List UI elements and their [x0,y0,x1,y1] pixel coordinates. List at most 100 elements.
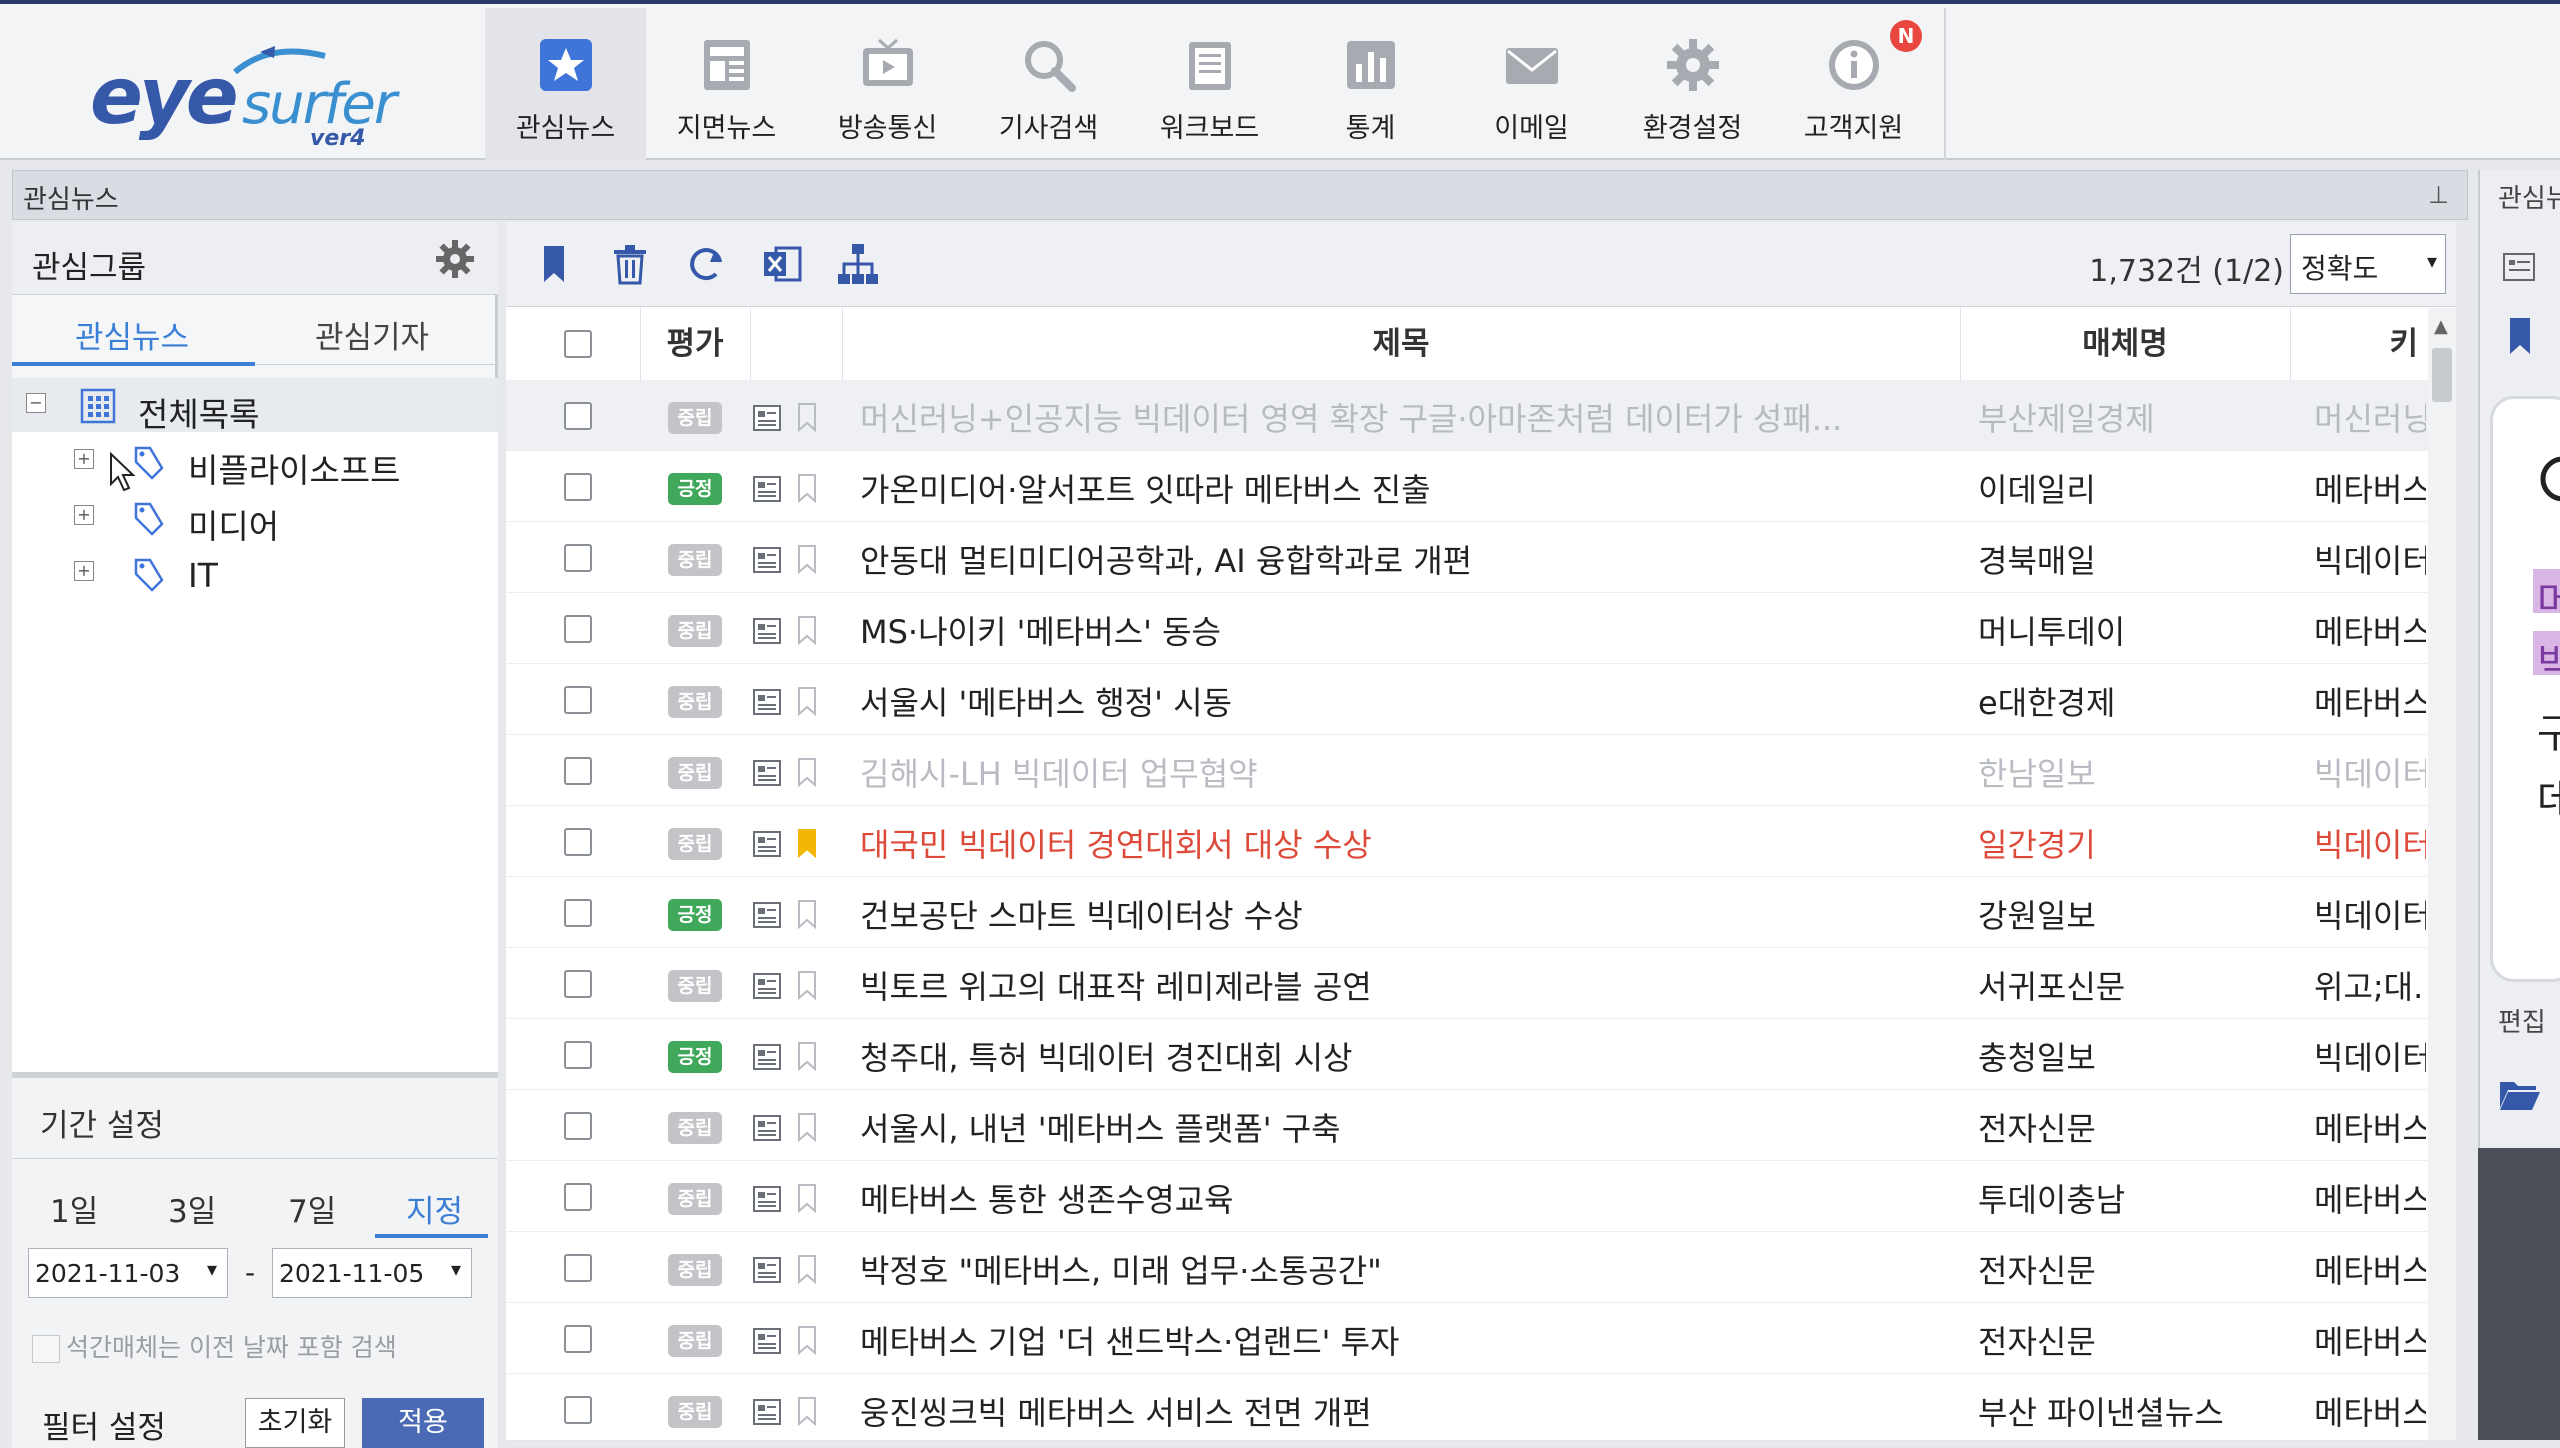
expand-toggle[interactable]: + [74,561,94,581]
row-bookmark-icon[interactable] [796,1396,818,1426]
row-bookmark-icon[interactable] [796,686,818,716]
row-checkbox[interactable] [564,757,592,785]
article-title[interactable]: 서울시 '메타버스 행정' 시동 [860,678,1920,724]
sort-select[interactable]: 정확도 ▾ [2290,234,2446,294]
nav-article-search[interactable]: 기사검색 [968,8,1129,160]
row-bookmark-icon[interactable] [796,544,818,574]
collapse-toggle[interactable]: − [26,393,46,413]
trash-icon[interactable] [606,240,654,288]
nav-interest-news[interactable]: 관심뉴스 [485,8,646,160]
col-keyword[interactable]: 키 [2290,308,2428,380]
row-bookmark-icon[interactable] [796,1041,818,1071]
bookmark-icon[interactable] [530,240,578,288]
nav-broadcast[interactable]: 방송통신 [807,8,968,160]
row-bookmark-icon[interactable] [796,1183,818,1213]
row-bookmark-icon[interactable] [796,970,818,1000]
period-custom[interactable]: 지정 [406,1186,463,1231]
document-icon[interactable] [752,1256,782,1284]
excel-export-icon[interactable] [758,240,806,288]
eval-badge[interactable]: 중립 [668,757,722,789]
row-checkbox[interactable] [564,1112,592,1140]
document-icon[interactable] [752,1185,782,1213]
document-icon[interactable] [752,1043,782,1071]
document-icon[interactable] [752,1398,782,1426]
table-row[interactable]: 중립 웅진씽크빅 메타버스 서비스 전면 개편 부산 파이낸셜뉴스 메타버스 [506,1374,2428,1445]
article-title[interactable]: 안동대 멀티미디어공학과, AI 융합학과로 개편 [860,536,1920,582]
table-row[interactable]: 중립 서울시 '메타버스 행정' 시동 e대한경제 메타버스 [506,664,2428,735]
article-title[interactable]: MS·나이키 '메타버스' 동승 [860,607,1920,653]
eval-badge[interactable]: 중립 [668,970,722,1002]
row-checkbox[interactable] [564,970,592,998]
row-bookmark-icon[interactable] [796,1112,818,1142]
row-checkbox[interactable] [564,899,592,927]
document-icon[interactable] [752,617,782,645]
period-3day[interactable]: 3일 [168,1186,216,1231]
row-checkbox[interactable] [564,1325,592,1353]
table-row[interactable]: 중립 머신러닝+인공지능 빅데이터 영역 확장 구글·아마존처럼 데이터가 성패.… [506,380,2428,451]
nav-print-news[interactable]: 지면뉴스 [646,8,807,160]
col-eval[interactable]: 평가 [640,308,751,380]
nav-email[interactable]: 이메일 [1451,8,1612,160]
row-bookmark-icon[interactable] [796,828,818,858]
row-checkbox[interactable] [564,686,592,714]
reset-button[interactable]: 초기화 [245,1398,345,1448]
row-bookmark-icon[interactable] [796,1254,818,1284]
eval-badge[interactable]: 중립 [668,402,722,434]
eval-badge[interactable]: 중립 [668,544,722,576]
scroll-up-icon[interactable]: ▲ [2434,316,2448,337]
row-bookmark-icon[interactable] [796,899,818,929]
row-checkbox[interactable] [564,1254,592,1282]
table-row[interactable]: 긍정 건보공단 스마트 빅데이터상 수상 강원일보 빅데이터 [506,877,2428,948]
eyesurfer-logo[interactable]: eye surfer ver4 [90,34,410,151]
article-title[interactable]: 가온미디어·알서포트 잇따라 메타버스 진출 [860,465,1920,511]
table-row[interactable]: 중립 안동대 멀티미디어공학과, AI 융합학과로 개편 경북매일 빅데이터 [506,522,2428,593]
expand-toggle[interactable]: + [74,449,94,469]
article-title[interactable]: 메타버스 통한 생존수영교육 [860,1175,1920,1221]
tree-item-media[interactable]: + 미디어 [12,490,498,546]
eval-badge[interactable]: 중립 [668,1325,722,1357]
row-bookmark-icon[interactable] [796,473,818,503]
article-title[interactable]: 건보공단 스마트 빅데이터상 수상 [860,891,1920,937]
eval-badge[interactable]: 중립 [668,1183,722,1215]
table-row[interactable]: 중립 박정호 "메타버스, 미래 업무·소통공간" 전자신문 메타버스 [506,1232,2428,1303]
document-icon[interactable] [752,404,782,432]
bookmark-icon[interactable] [2506,316,2534,356]
eval-badge[interactable]: 중립 [668,1254,722,1286]
article-title[interactable]: 김해시-LH 빅데이터 업무협약 [860,749,1920,795]
document-icon[interactable] [752,1327,782,1355]
include-previous-option[interactable]: 석간매체는 이전 날짜 포함 검색 [32,1328,397,1364]
table-row[interactable]: 중립 메타버스 기업 '더 샌드박스·업랜드' 투자 전자신문 메타버스 [506,1303,2428,1374]
article-title[interactable]: 박정호 "메타버스, 미래 업무·소통공간" [860,1246,1920,1292]
article-title[interactable]: 메타버스 기업 '더 샌드박스·업랜드' 투자 [860,1317,1920,1363]
nav-statistics[interactable]: 통계 [1290,8,1451,160]
row-checkbox[interactable] [564,473,592,501]
table-row[interactable]: 중립 메타버스 통한 생존수영교육 투데이충남 메타버스 [506,1161,2428,1232]
col-title[interactable]: 제목 [842,308,1961,380]
document-icon[interactable] [752,830,782,858]
nav-settings[interactable]: 환경설정 [1612,8,1773,160]
tab-interest-news[interactable]: 관심뉴스 [12,312,252,357]
row-checkbox[interactable] [564,402,592,430]
tab-interest-reporter[interactable]: 관심기자 [252,312,492,357]
eval-badge[interactable]: 중립 [668,615,722,647]
eval-badge[interactable]: 긍정 [668,473,722,505]
include-previous-checkbox[interactable] [32,1335,60,1363]
tree-item-it[interactable]: + IT [12,546,498,600]
row-checkbox[interactable] [564,1396,592,1424]
eval-badge[interactable]: 중립 [668,1396,722,1428]
list-view-icon[interactable] [2502,250,2536,284]
tree-item-all[interactable]: − 전체목록 [12,378,498,434]
apply-button[interactable]: 적용 [362,1398,484,1448]
article-title[interactable]: 웅진씽크빅 메타버스 서비스 전면 개편 [860,1388,1920,1434]
folder-open-icon[interactable] [2498,1076,2542,1112]
row-checkbox[interactable] [564,1041,592,1069]
nav-workboard[interactable]: 워크보드 [1129,8,1290,160]
col-media[interactable]: 매체명 [1960,308,2291,380]
refresh-icon[interactable] [682,240,730,288]
document-icon[interactable] [752,901,782,929]
row-checkbox[interactable] [564,615,592,643]
table-row[interactable]: 중립 대국민 빅데이터 경연대회서 대상 수상 일간경기 빅데이터 [506,806,2428,877]
date-from-select[interactable]: 2021-11-03 ▾ [28,1248,228,1298]
hierarchy-icon[interactable] [834,240,882,288]
article-title[interactable]: 청주대, 특허 빅데이터 경진대회 시상 [860,1033,1920,1079]
